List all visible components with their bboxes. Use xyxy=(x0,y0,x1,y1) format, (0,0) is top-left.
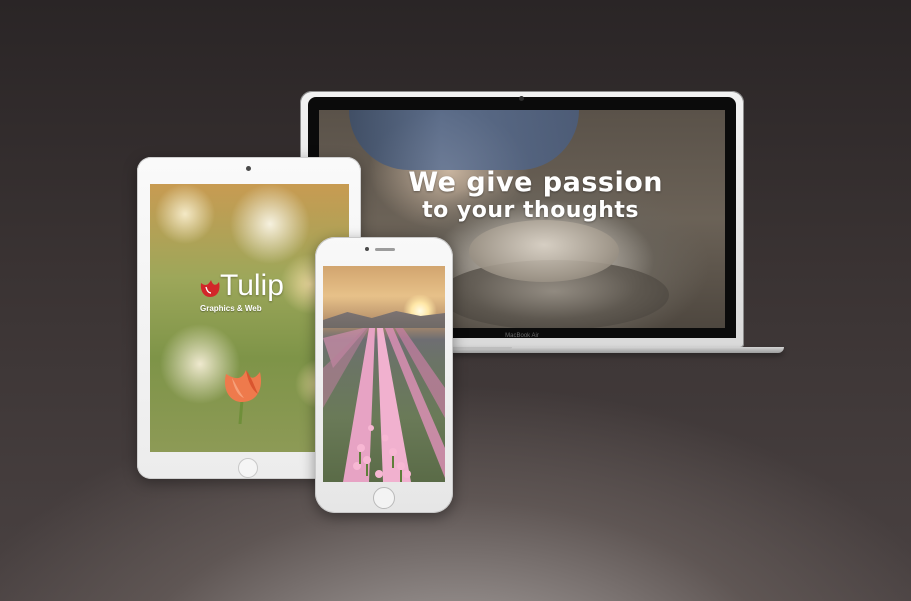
tulip-field-rows-image xyxy=(323,328,445,482)
tablet-camera-icon xyxy=(246,166,251,171)
laptop-notch xyxy=(452,347,512,349)
phone-camera-icon xyxy=(365,247,369,251)
phone-screen xyxy=(323,266,445,482)
phone-device xyxy=(315,237,453,513)
tulip-logo-icon xyxy=(200,280,220,297)
device-mockup-stage: We give passion to your thoughts MacBook… xyxy=(0,0,911,601)
clay-bowl-image xyxy=(469,220,619,282)
tulip-logo: Tulip Graphics & Web xyxy=(198,269,308,318)
hero-tagline: We give passion to your thoughts xyxy=(319,168,699,224)
hero-tagline-line-2: to your thoughts xyxy=(422,198,639,223)
hero-tagline-line-1: We give passion xyxy=(408,167,663,198)
pottery-apron-image xyxy=(349,110,579,170)
tablet-home-button xyxy=(238,458,258,478)
logo-subtitle: Graphics & Web xyxy=(200,304,262,313)
laptop-camera-icon xyxy=(519,96,524,101)
logo-wordmark: Tulip xyxy=(220,269,284,302)
tulip-flower-image xyxy=(224,370,262,424)
phone-speaker xyxy=(375,248,395,251)
phone-home-button xyxy=(373,487,395,509)
